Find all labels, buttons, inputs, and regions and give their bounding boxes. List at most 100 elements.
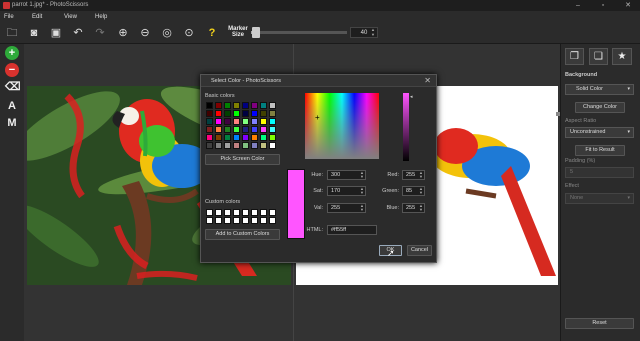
basic-color-swatch[interactable] bbox=[233, 102, 240, 109]
basic-color-swatch[interactable] bbox=[206, 134, 213, 141]
basic-color-swatch[interactable] bbox=[206, 102, 213, 109]
reset-button[interactable]: Reset bbox=[565, 318, 634, 329]
basic-color-swatch[interactable] bbox=[224, 142, 231, 149]
save-icon[interactable]: ▣ bbox=[49, 26, 63, 40]
basic-color-swatch[interactable] bbox=[251, 118, 258, 125]
custom-color-swatch[interactable] bbox=[233, 217, 240, 224]
custom-color-swatch[interactable] bbox=[206, 209, 213, 216]
basic-color-swatch[interactable] bbox=[215, 134, 222, 141]
remove-marker-icon[interactable]: − bbox=[5, 63, 19, 77]
mask-tool-icon[interactable]: M bbox=[5, 116, 19, 130]
basic-color-swatch[interactable] bbox=[269, 110, 276, 117]
custom-color-swatch[interactable] bbox=[233, 209, 240, 216]
custom-color-swatch[interactable] bbox=[269, 209, 276, 216]
basic-color-swatch[interactable] bbox=[242, 118, 249, 125]
basic-color-swatch[interactable] bbox=[215, 118, 222, 125]
basic-color-swatch[interactable] bbox=[233, 118, 240, 125]
basic-color-swatch[interactable] bbox=[251, 142, 258, 149]
basic-color-swatch[interactable] bbox=[224, 134, 231, 141]
basic-color-swatch[interactable] bbox=[233, 126, 240, 133]
custom-color-swatch[interactable] bbox=[260, 209, 267, 216]
menu-file[interactable]: File bbox=[4, 14, 14, 20]
basic-color-swatch[interactable] bbox=[260, 102, 267, 109]
basic-color-swatch[interactable] bbox=[251, 102, 258, 109]
pick-screen-color-button[interactable]: Pick Screen Color bbox=[205, 154, 280, 165]
green-spin-arrows[interactable]: ▲ ▼ bbox=[419, 187, 423, 195]
blue-input[interactable]: 255 ▲ ▼ bbox=[402, 203, 425, 213]
custom-color-swatch[interactable] bbox=[251, 209, 258, 216]
text-tool-icon[interactable]: A bbox=[5, 99, 19, 113]
value-slider[interactable] bbox=[403, 93, 409, 161]
help-icon[interactable]: ? bbox=[205, 26, 219, 40]
undo-icon[interactable]: ↶ bbox=[71, 26, 85, 40]
basic-color-swatch[interactable] bbox=[224, 102, 231, 109]
blue-spin-arrows[interactable]: ▲ ▼ bbox=[419, 204, 423, 212]
basic-color-swatch[interactable] bbox=[224, 110, 231, 117]
html-input[interactable]: #ff55ff bbox=[327, 225, 377, 235]
open-file-icon[interactable]: 🗀 bbox=[5, 26, 19, 40]
val-spin-arrows[interactable]: ▲ ▼ bbox=[360, 204, 364, 212]
basic-color-swatch[interactable] bbox=[260, 126, 267, 133]
green-input[interactable]: 85 ▲ ▼ bbox=[402, 186, 425, 196]
basic-color-swatch[interactable] bbox=[206, 110, 213, 117]
aspect-ratio-select[interactable]: Unconstrained ▾ bbox=[565, 127, 634, 138]
basic-color-swatch[interactable] bbox=[260, 110, 267, 117]
custom-color-swatch[interactable] bbox=[215, 217, 222, 224]
custom-color-swatch[interactable] bbox=[215, 209, 222, 216]
marker-size-spin-arrows[interactable]: ▲ ▼ bbox=[371, 27, 375, 37]
basic-color-swatch[interactable] bbox=[242, 110, 249, 117]
basic-color-swatch[interactable] bbox=[215, 126, 222, 133]
minimize-icon[interactable]: – bbox=[572, 1, 584, 10]
close-icon[interactable]: ✕ bbox=[622, 1, 634, 10]
menu-help[interactable]: Help bbox=[95, 14, 107, 20]
sat-input[interactable]: 170 ▲ ▼ bbox=[327, 186, 366, 196]
basic-color-swatch[interactable] bbox=[269, 102, 276, 109]
effect-select[interactable]: None ▾ bbox=[565, 193, 634, 204]
basic-color-swatch[interactable] bbox=[242, 134, 249, 141]
fit-to-result-button[interactable]: Fit to Result bbox=[575, 145, 625, 156]
basic-color-swatch[interactable] bbox=[206, 126, 213, 133]
red-input[interactable]: 255 ▲ ▼ bbox=[402, 170, 425, 180]
zoom-in-icon[interactable]: ⊕ bbox=[116, 26, 130, 40]
basic-color-swatch[interactable] bbox=[206, 118, 213, 125]
basic-color-swatch[interactable] bbox=[215, 142, 222, 149]
custom-color-swatch[interactable] bbox=[242, 209, 249, 216]
redo-icon[interactable]: ↷ bbox=[93, 26, 107, 40]
basic-color-swatch[interactable] bbox=[233, 134, 240, 141]
custom-color-swatch[interactable] bbox=[206, 217, 213, 224]
basic-color-swatch[interactable] bbox=[260, 134, 267, 141]
zoom-fit-icon[interactable]: ⊙ bbox=[182, 26, 196, 40]
basic-color-swatch[interactable] bbox=[242, 142, 249, 149]
basic-color-swatch[interactable] bbox=[260, 142, 267, 149]
keep-marker-icon[interactable]: + bbox=[5, 46, 19, 60]
camera-icon[interactable]: ◙ bbox=[27, 26, 41, 40]
eraser-icon[interactable]: ⌫ bbox=[5, 80, 21, 94]
basic-color-swatch[interactable] bbox=[215, 110, 222, 117]
basic-color-swatch[interactable] bbox=[251, 134, 258, 141]
basic-color-swatch[interactable] bbox=[233, 110, 240, 117]
menu-edit[interactable]: Edit bbox=[32, 14, 42, 20]
add-to-custom-colors-button[interactable]: Add to Custom Colors bbox=[205, 229, 280, 240]
basic-color-swatch[interactable] bbox=[224, 126, 231, 133]
basic-color-swatch[interactable] bbox=[269, 142, 276, 149]
basic-color-swatch[interactable] bbox=[215, 102, 222, 109]
basic-color-swatch[interactable] bbox=[251, 110, 258, 117]
background-select[interactable]: Solid Color ▾ bbox=[565, 84, 634, 95]
custom-color-swatch[interactable] bbox=[224, 209, 231, 216]
basic-color-swatch[interactable] bbox=[206, 142, 213, 149]
val-input[interactable]: 255 ▲ ▼ bbox=[327, 203, 366, 213]
dialog-close-icon[interactable]: ✕ bbox=[424, 76, 431, 85]
hue-spin-arrows[interactable]: ▲ ▼ bbox=[360, 171, 364, 179]
maximize-icon[interactable]: ▫ bbox=[597, 1, 609, 10]
custom-color-swatch[interactable] bbox=[242, 217, 249, 224]
menu-view[interactable]: View bbox=[64, 14, 77, 20]
basic-color-swatch[interactable] bbox=[251, 126, 258, 133]
marker-size-knob[interactable] bbox=[252, 27, 260, 38]
red-spin-arrows[interactable]: ▲ ▼ bbox=[419, 171, 423, 179]
custom-color-swatch[interactable] bbox=[269, 217, 276, 224]
basic-color-swatch[interactable] bbox=[242, 126, 249, 133]
padding-input[interactable]: 5 bbox=[565, 167, 634, 178]
cancel-button[interactable]: Cancel bbox=[407, 245, 432, 256]
basic-color-swatch[interactable] bbox=[269, 126, 276, 133]
basic-color-swatch[interactable] bbox=[242, 102, 249, 109]
